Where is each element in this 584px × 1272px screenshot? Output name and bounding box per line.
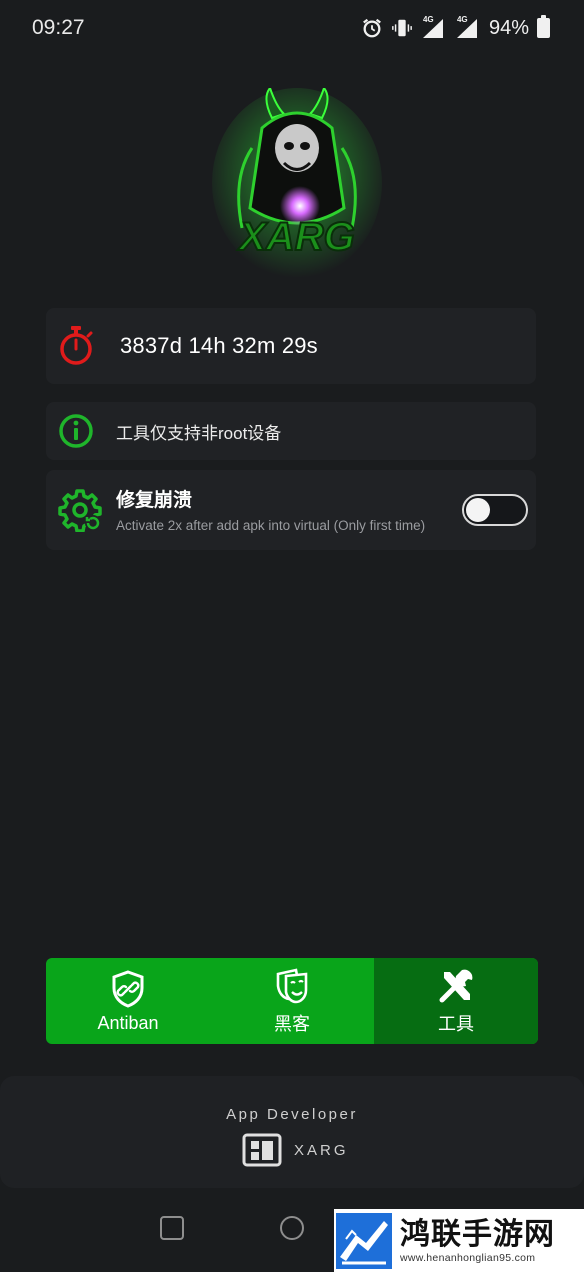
- fix-crash-toggle[interactable]: [462, 494, 528, 526]
- signal-icon: 4G: [421, 15, 447, 39]
- alarm-icon: [363, 18, 381, 38]
- mask-icon: [276, 968, 308, 1004]
- battery-icon: [537, 15, 550, 38]
- vibrate-icon: [392, 19, 412, 37]
- home-button[interactable]: [280, 1216, 304, 1240]
- toggle-knob: [466, 498, 490, 522]
- signal-icon: 4G: [455, 15, 481, 39]
- recents-button[interactable]: [160, 1216, 184, 1240]
- developer-label: App Developer: [226, 1106, 358, 1123]
- fix-crash-title: 修复崩溃: [116, 490, 193, 511]
- status-time: 09:27: [32, 16, 85, 39]
- gear-refresh-icon: [58, 489, 102, 532]
- info-text: 工具仅支持非root设备: [116, 423, 282, 443]
- tab-antiban[interactable]: Antiban: [46, 958, 210, 1044]
- watermark-logo-icon: [336, 1212, 392, 1269]
- tab-hacker[interactable]: 黑客: [210, 958, 374, 1044]
- info-icon: [59, 414, 93, 448]
- watermark: 鸿联手游网 www.henanhonglian95.com: [334, 1209, 584, 1272]
- battery-percent: 94%: [488, 16, 529, 39]
- watermark-text: 鸿联手游网: [400, 1216, 555, 1252]
- fix-crash-subtitle: Activate 2x after add apk into virtual (…: [116, 518, 426, 533]
- timer-card: 3837d 14h 32m 29s: [46, 308, 536, 384]
- status-icons: 4G 4G 94%: [361, 15, 550, 40]
- logo-text: XARG: [237, 215, 355, 259]
- info-card: 工具仅支持非root设备: [46, 402, 536, 460]
- tab-tools[interactable]: 工具: [374, 958, 538, 1044]
- fix-crash-card: 修复崩溃 Activate 2x after add apk into virt…: [46, 470, 536, 550]
- watermark-url: www.henanhonglian95.com: [400, 1251, 536, 1264]
- tab-label: Antiban: [97, 1012, 159, 1033]
- stopwatch-icon: [60, 326, 93, 365]
- shield-link-icon: [112, 969, 144, 1008]
- tools-icon: [439, 969, 473, 1003]
- uptime-value: 3837d 14h 32m 29s: [120, 333, 318, 358]
- developer-box: App Developer XARG: [0, 1076, 584, 1188]
- developer-credit: XARG: [242, 1133, 349, 1167]
- status-bar: 09:27 4G 4G 94%: [0, 0, 584, 56]
- developer-name: XARG: [294, 1141, 349, 1159]
- app-logo: XARG: [212, 85, 382, 278]
- developer-icon: [242, 1133, 282, 1167]
- network-type-label: 4G: [456, 15, 468, 24]
- tab-label: 工具: [438, 1014, 474, 1034]
- network-type-label: 4G: [422, 15, 434, 24]
- tab-bar: Antiban 黑客 工具: [46, 958, 538, 1044]
- tab-label: 黑客: [274, 1014, 310, 1034]
